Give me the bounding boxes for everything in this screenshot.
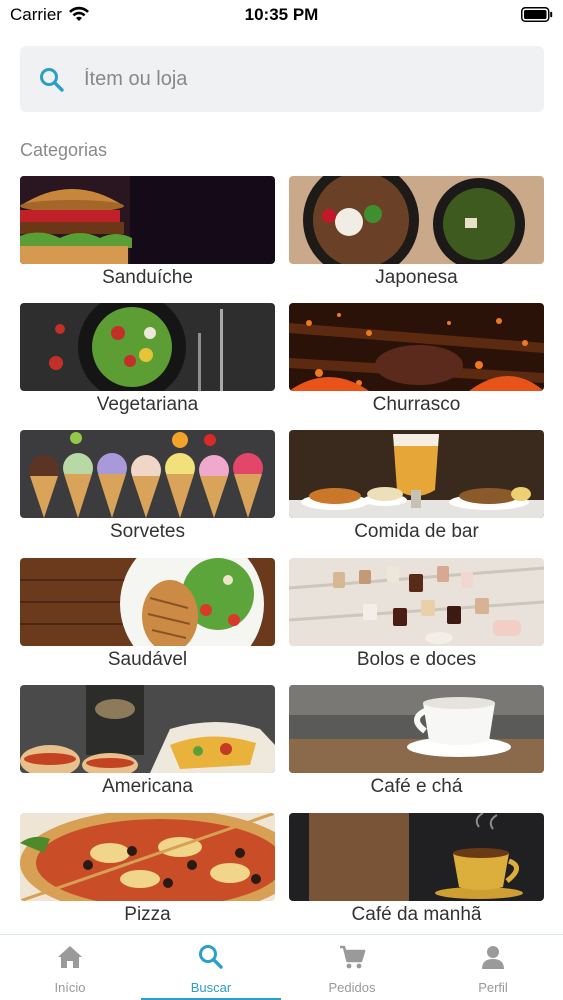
home-icon	[58, 946, 82, 968]
person-icon	[482, 946, 504, 969]
search-icon	[199, 945, 223, 969]
category-card-cafe-e-cha[interactable]: Café e chá	[289, 685, 544, 803]
tab-buscar[interactable]: Buscar	[141, 935, 281, 1000]
tab-pedidos[interactable]: Pedidos	[282, 935, 422, 1000]
categories-title: Categorias	[20, 140, 108, 160]
breakfast-image	[289, 813, 544, 901]
category-label: Saudável	[107, 649, 188, 670]
category-card-cafe-da-manha[interactable]: Café da manhã	[289, 813, 544, 931]
battery-icon	[521, 7, 553, 22]
status-bar: Carrier 10:35 PM	[0, 0, 563, 32]
category-label: Vegetariana	[96, 394, 199, 415]
category-label: Café e chá	[370, 776, 463, 797]
category-label: Sanduíche	[102, 267, 193, 288]
status-time: 10:35 PM	[244, 5, 319, 24]
category-label: Japonesa	[375, 267, 458, 288]
category-label: Sorvetes	[110, 521, 185, 542]
vegetarian-image	[20, 303, 275, 391]
category-label: Bolos e doces	[356, 649, 477, 670]
category-card-saudavel[interactable]: Saudável	[20, 558, 275, 676]
tab-inicio[interactable]: Início	[0, 935, 140, 1000]
search-icon	[40, 68, 64, 92]
tab-perfil[interactable]: Perfil	[423, 935, 563, 1000]
category-card-sanduiche[interactable]: Sanduíche	[20, 176, 275, 294]
pizza-image	[20, 813, 275, 901]
tab-label: Perfil	[478, 980, 508, 995]
american-food-image	[20, 685, 275, 773]
category-label: Pizza	[124, 904, 171, 925]
japanese-food-image	[289, 176, 544, 264]
barbecue-image	[289, 303, 544, 391]
sandwich-image	[20, 176, 275, 264]
category-label: Comida de bar	[354, 521, 479, 542]
search-bar[interactable]	[20, 46, 544, 112]
category-card-bolos-e-doces[interactable]: Bolos e doces	[289, 558, 544, 676]
category-label: Americana	[102, 776, 193, 797]
category-card-comida-de-bar[interactable]: Comida de bar	[289, 430, 544, 548]
tab-label: Início	[54, 980, 86, 995]
tab-bar: Início Buscar Pedidos Perfil	[0, 934, 563, 1000]
ice-cream-image	[20, 430, 275, 518]
category-card-japonesa[interactable]: Japonesa	[289, 176, 544, 294]
tab-label: Pedidos	[328, 980, 376, 995]
category-card-pizza[interactable]: Pizza	[20, 813, 275, 931]
category-card-churrasco[interactable]: Churrasco	[289, 303, 544, 421]
category-label: Café da manhã	[351, 904, 482, 925]
cart-icon	[340, 945, 366, 969]
search-input[interactable]	[84, 46, 524, 112]
category-card-sorvetes[interactable]: Sorvetes	[20, 430, 275, 548]
category-card-americana[interactable]: Americana	[20, 685, 275, 803]
healthy-food-image	[20, 558, 275, 646]
bar-food-image	[289, 430, 544, 518]
cakes-image	[289, 558, 544, 646]
coffee-tea-image	[289, 685, 544, 773]
category-label: Churrasco	[372, 394, 461, 415]
category-card-vegetariana[interactable]: Vegetariana	[20, 303, 275, 421]
tab-label: Buscar	[190, 980, 232, 995]
